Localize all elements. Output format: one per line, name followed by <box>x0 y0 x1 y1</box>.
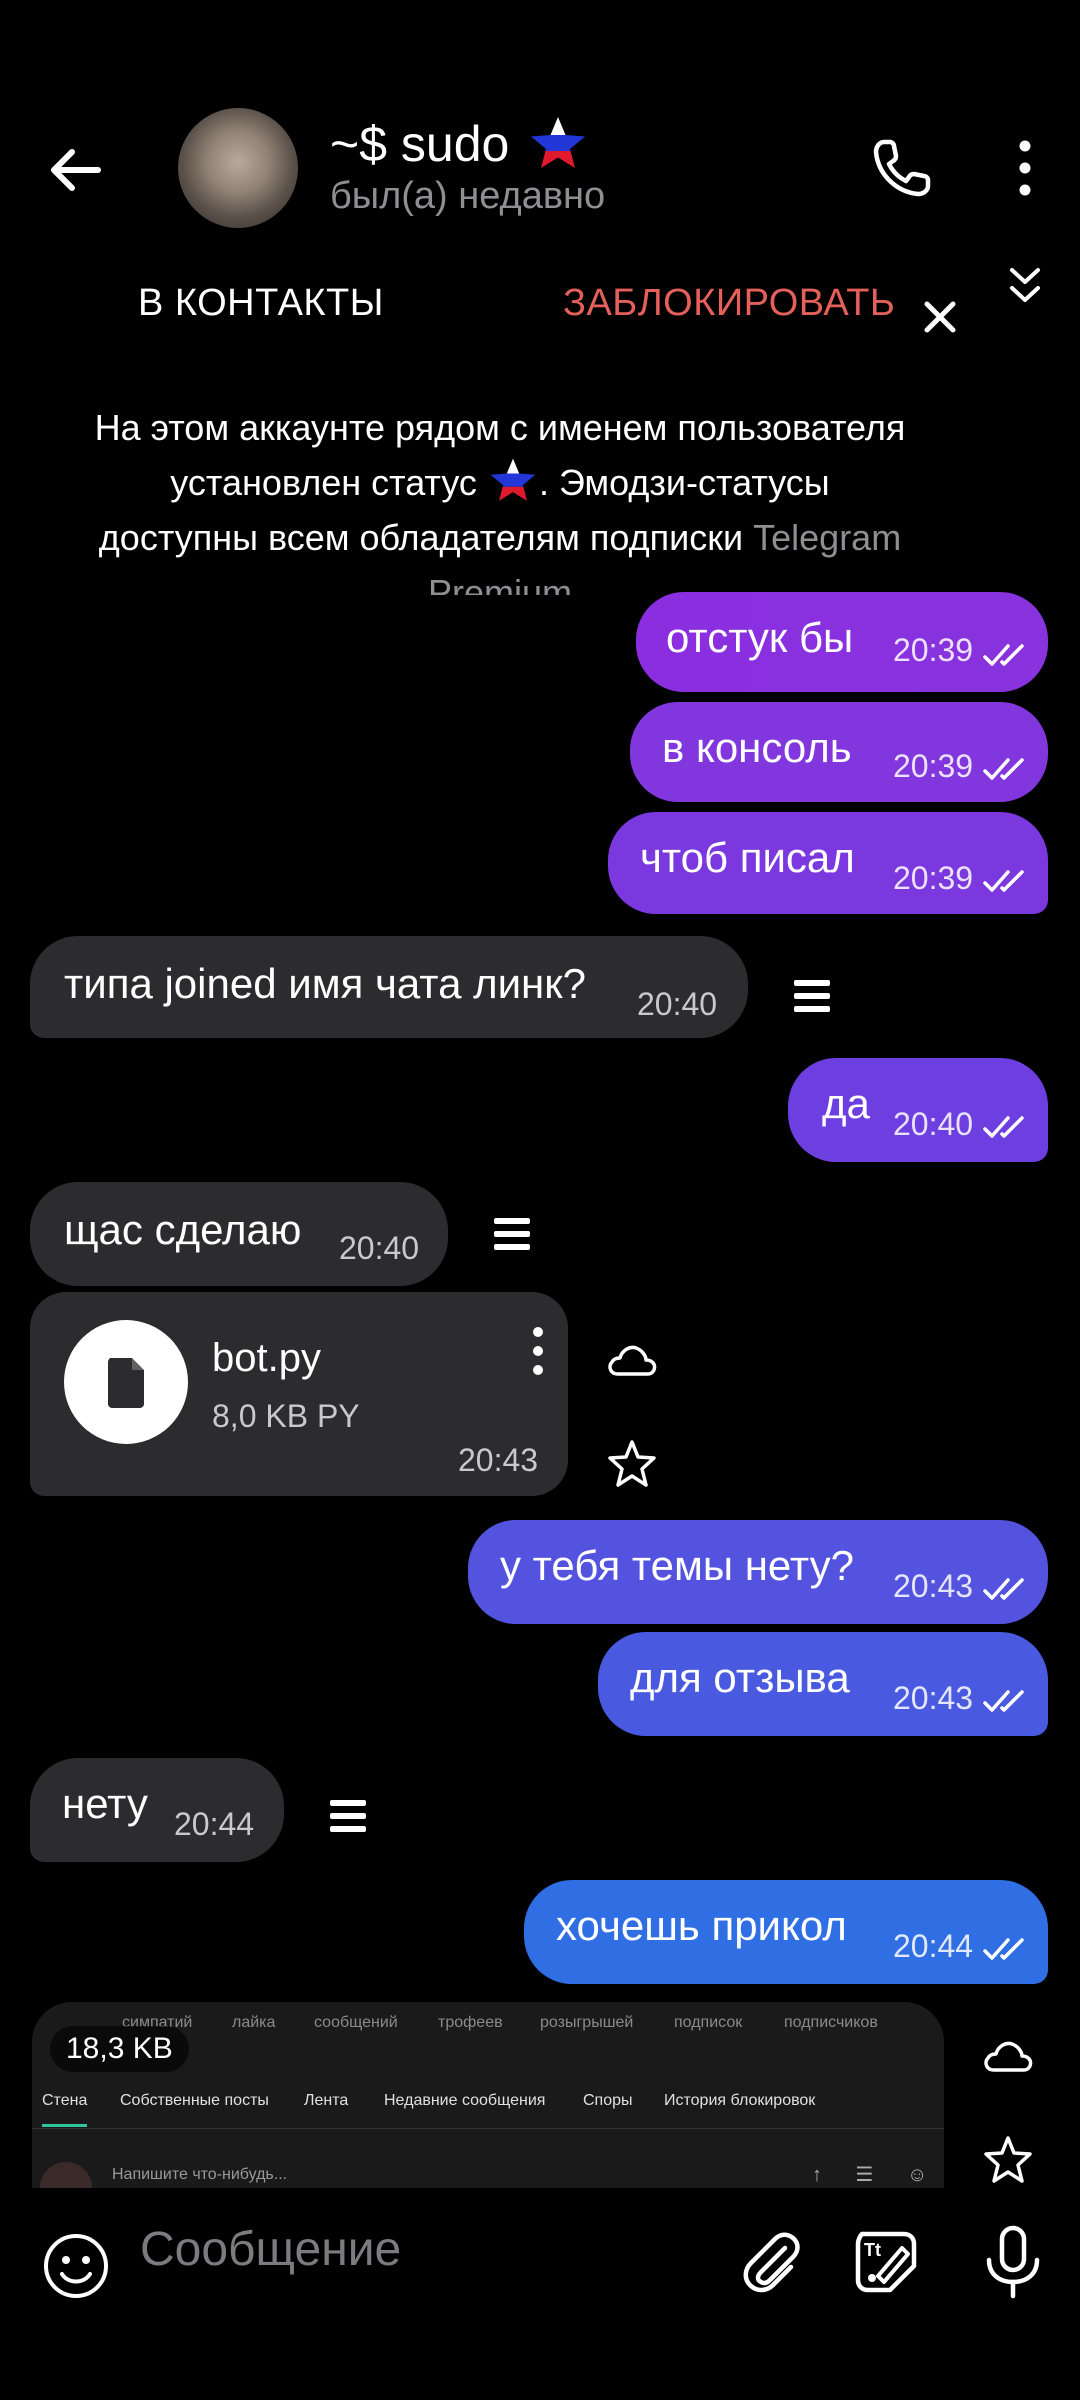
message-time: 20:43 <box>893 1568 974 1604</box>
message-text: в консоль <box>662 724 852 771</box>
outgoing-message[interactable]: чтоб писал 20:39 <box>608 812 1048 914</box>
double-check-icon <box>983 870 1024 892</box>
double-chevron-down-icon[interactable] <box>1000 262 1050 312</box>
tab-recent-messages: Недавние сообщения <box>384 2092 546 2109</box>
outgoing-message[interactable]: в консоль 20:39 <box>630 702 1048 802</box>
russia-star-emoji-status-icon <box>490 458 536 501</box>
message-text: у тебя темы нету? <box>500 1542 854 1589</box>
message-time: 20:39 <box>893 860 974 896</box>
message-time: 20:44 <box>893 1928 974 1964</box>
tab-feed: Лента <box>304 2092 349 2109</box>
russia-star-emoji-status-icon[interactable] <box>527 115 589 173</box>
double-check-icon <box>983 644 1024 666</box>
message-time: 20:43 <box>458 1442 539 1478</box>
file-message[interactable]: bot.py 8,0 KB PY 20:43 <box>30 1292 568 1496</box>
outgoing-message[interactable]: отстук бы 20:39 <box>636 592 1048 692</box>
message-time: 20:39 <box>893 632 974 668</box>
close-icon[interactable] <box>915 292 965 342</box>
star-icon[interactable] <box>978 2130 1038 2190</box>
double-check-icon <box>983 1116 1024 1138</box>
premium-link[interactable]: Premium <box>40 565 960 595</box>
message-time: 20:43 <box>893 1680 974 1716</box>
file-name: bot.py <box>212 1336 321 1380</box>
reply-list-icon[interactable] <box>782 966 842 1026</box>
more-vertical-icon[interactable] <box>1000 138 1050 198</box>
tab-own-posts: Собственные посты <box>120 2092 269 2109</box>
outgoing-message[interactable]: для отзыва 20:43 <box>598 1632 1048 1736</box>
emoji-icon[interactable] <box>40 2230 112 2302</box>
chat-header: ~$ sudo был(а) недавно В КОНТАКТЫ ЗАБЛОК… <box>0 0 1080 333</box>
incoming-message[interactable]: типа joined имя чата линк? 20:40 <box>30 936 748 1038</box>
paperclip-icon[interactable] <box>735 2226 807 2298</box>
message-time: 20:40 <box>893 1106 974 1142</box>
reply-list-icon[interactable] <box>318 1786 378 1846</box>
message-time: 20:40 <box>339 1230 420 1266</box>
outgoing-message[interactable]: у тебя темы нету? 20:43 <box>468 1520 1048 1624</box>
message-text: чтоб писал <box>640 834 855 881</box>
message-text: да <box>822 1080 870 1127</box>
preview-input-icons: ↑ ☰ ☺ ▯ <box>812 2164 942 2186</box>
message-text: для отзыва <box>630 1654 850 1701</box>
message-text: типа joined имя чата линк? <box>64 960 586 1007</box>
arrow-back-icon[interactable] <box>38 130 118 210</box>
chat-title-text: ~$ sudo <box>330 116 510 172</box>
outgoing-message[interactable]: хочешь прикол 20:44 <box>524 1880 1048 1984</box>
phone-icon[interactable] <box>862 128 942 208</box>
file-icon-circle[interactable] <box>64 1320 188 1444</box>
star-icon[interactable] <box>602 1434 662 1494</box>
double-check-icon <box>983 1578 1024 1600</box>
notice-line: установлен статус . Эмодзи-статусы <box>40 455 960 510</box>
svg-text:Tt: Tt <box>864 2240 881 2260</box>
double-check-icon <box>983 758 1024 780</box>
double-check-icon <box>983 1690 1024 1712</box>
add-to-contacts-button[interactable]: В КОНТАКТЫ <box>138 282 384 325</box>
preview-avatar <box>40 2162 92 2188</box>
sticker-draw-icon[interactable]: Tt <box>850 2226 922 2298</box>
message-text: отстук бы <box>666 614 854 661</box>
chat-status: был(а) недавно <box>330 175 606 217</box>
incoming-message[interactable]: нету 20:44 <box>30 1758 284 1862</box>
profile-tabs: Стена Собственные посты Лента Недавние с… <box>32 2082 944 2129</box>
cloud-icon[interactable] <box>978 2026 1038 2086</box>
message-time: 20:40 <box>637 986 718 1022</box>
reply-list-icon[interactable] <box>482 1204 542 1264</box>
image-size-badge: 18,3 KB <box>50 2026 189 2072</box>
message-text: щас сделаю <box>64 1206 302 1253</box>
notice-line: На этом аккаунте рядом с именем пользова… <box>94 407 906 448</box>
message-text: хочешь прикол <box>556 1902 847 1949</box>
message-input[interactable]: Сообщение <box>140 2222 401 2277</box>
cloud-icon[interactable] <box>602 1330 662 1390</box>
outgoing-message[interactable]: да 20:40 <box>788 1058 1048 1162</box>
block-user-button[interactable]: ЗАБЛОКИРОВАТЬ <box>563 282 895 325</box>
emoji-status-notice: На этом аккаунте рядом с именем пользова… <box>40 400 960 595</box>
preview-input-placeholder: Напишите что-нибудь... <box>112 2166 288 2183</box>
avatar[interactable] <box>178 108 298 228</box>
tab-ban-history: История блокировок <box>664 2092 816 2109</box>
more-vertical-icon[interactable] <box>523 1322 553 1382</box>
file-size: 8,0 KB PY <box>212 1398 360 1434</box>
telegram-link[interactable]: Telegram <box>753 517 901 558</box>
chat-title[interactable]: ~$ sudo <box>330 114 589 174</box>
double-check-icon <box>983 1938 1024 1960</box>
tab-wall: Стена <box>42 2092 88 2127</box>
tab-disputes: Споры <box>583 2092 633 2109</box>
document-icon <box>108 1358 144 1408</box>
microphone-icon[interactable] <box>975 2222 1051 2302</box>
incoming-message[interactable]: щас сделаю 20:40 <box>30 1182 448 1286</box>
notice-line: доступны всем обладателям подписки Teleg… <box>98 517 902 558</box>
message-text: нету <box>62 1780 148 1827</box>
message-time: 20:39 <box>893 748 974 784</box>
message-time: 20:44 <box>174 1806 255 1842</box>
